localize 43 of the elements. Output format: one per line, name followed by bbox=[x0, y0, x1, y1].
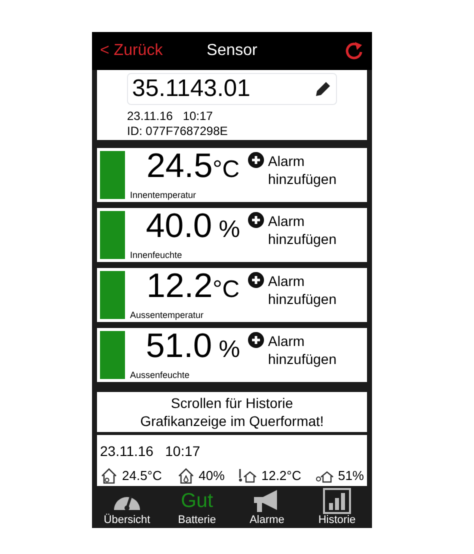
notice-text: Scrollen für Historie bbox=[170, 394, 294, 412]
reading-label: Innenfeuchte bbox=[130, 251, 184, 260]
outdoor-temperature-icon bbox=[239, 466, 258, 484]
add-icon[interactable] bbox=[248, 152, 264, 168]
back-link[interactable]: < Zurück bbox=[100, 39, 163, 63]
reading-value: 51.0 bbox=[146, 329, 212, 363]
reading-label: Aussentemperatur bbox=[130, 311, 205, 320]
history-value: 40% bbox=[198, 466, 225, 484]
add-alarm-link[interactable]: Alarm hinzufügen bbox=[268, 332, 338, 382]
add-alarm-link[interactable]: Alarm hinzufügen bbox=[268, 212, 338, 262]
reading-value: 12.2 bbox=[146, 269, 213, 303]
reading-value: 24.5 bbox=[146, 149, 213, 183]
unit-label: % bbox=[218, 338, 240, 362]
refresh-icon[interactable] bbox=[344, 41, 364, 61]
reading-label: Innentemperatur bbox=[130, 191, 198, 200]
tab[interactable]: Übersicht bbox=[92, 486, 162, 528]
bar-chart-icon bbox=[323, 488, 351, 514]
history-value: 24.5°C bbox=[122, 466, 162, 484]
add-icon[interactable] bbox=[248, 272, 264, 288]
reading-label: Aussenfeuchte bbox=[130, 371, 191, 380]
tab[interactable]: Alarme bbox=[232, 486, 302, 528]
screen-title: Sensor bbox=[206, 41, 258, 61]
notice-text: Grafikanzeige im Querformat! bbox=[140, 412, 324, 430]
unit-label: °C bbox=[212, 158, 240, 182]
add-icon[interactable] bbox=[248, 332, 264, 348]
add-alarm-link[interactable]: Alarm hinzufügen bbox=[268, 272, 338, 322]
unit-label: % bbox=[218, 218, 240, 242]
tab[interactable]: Historie bbox=[302, 486, 372, 528]
indoor-humidity-icon bbox=[176, 466, 195, 484]
history-value: 51% bbox=[338, 466, 364, 484]
indoor-temperature-icon bbox=[100, 466, 118, 484]
sensor-id: ID: 077F7687298E bbox=[127, 124, 229, 139]
add-alarm-link[interactable]: Alarm hinzufügen bbox=[268, 152, 338, 202]
name-field[interactable]: 35.1143.01 bbox=[127, 73, 337, 105]
add-icon[interactable] bbox=[248, 212, 264, 228]
timestamp: 23.11.16 10:17 bbox=[127, 109, 214, 124]
history-value: 12.2°C bbox=[261, 466, 302, 484]
unit-label: °C bbox=[212, 278, 240, 302]
history-timestamp: 23.11.16 10:17 bbox=[100, 442, 202, 461]
reading-value: 40.0 bbox=[146, 209, 212, 243]
pencil-icon[interactable] bbox=[314, 80, 332, 98]
battery-status: Gut bbox=[180, 489, 214, 514]
tab[interactable]: Gut Batterie bbox=[162, 486, 232, 528]
